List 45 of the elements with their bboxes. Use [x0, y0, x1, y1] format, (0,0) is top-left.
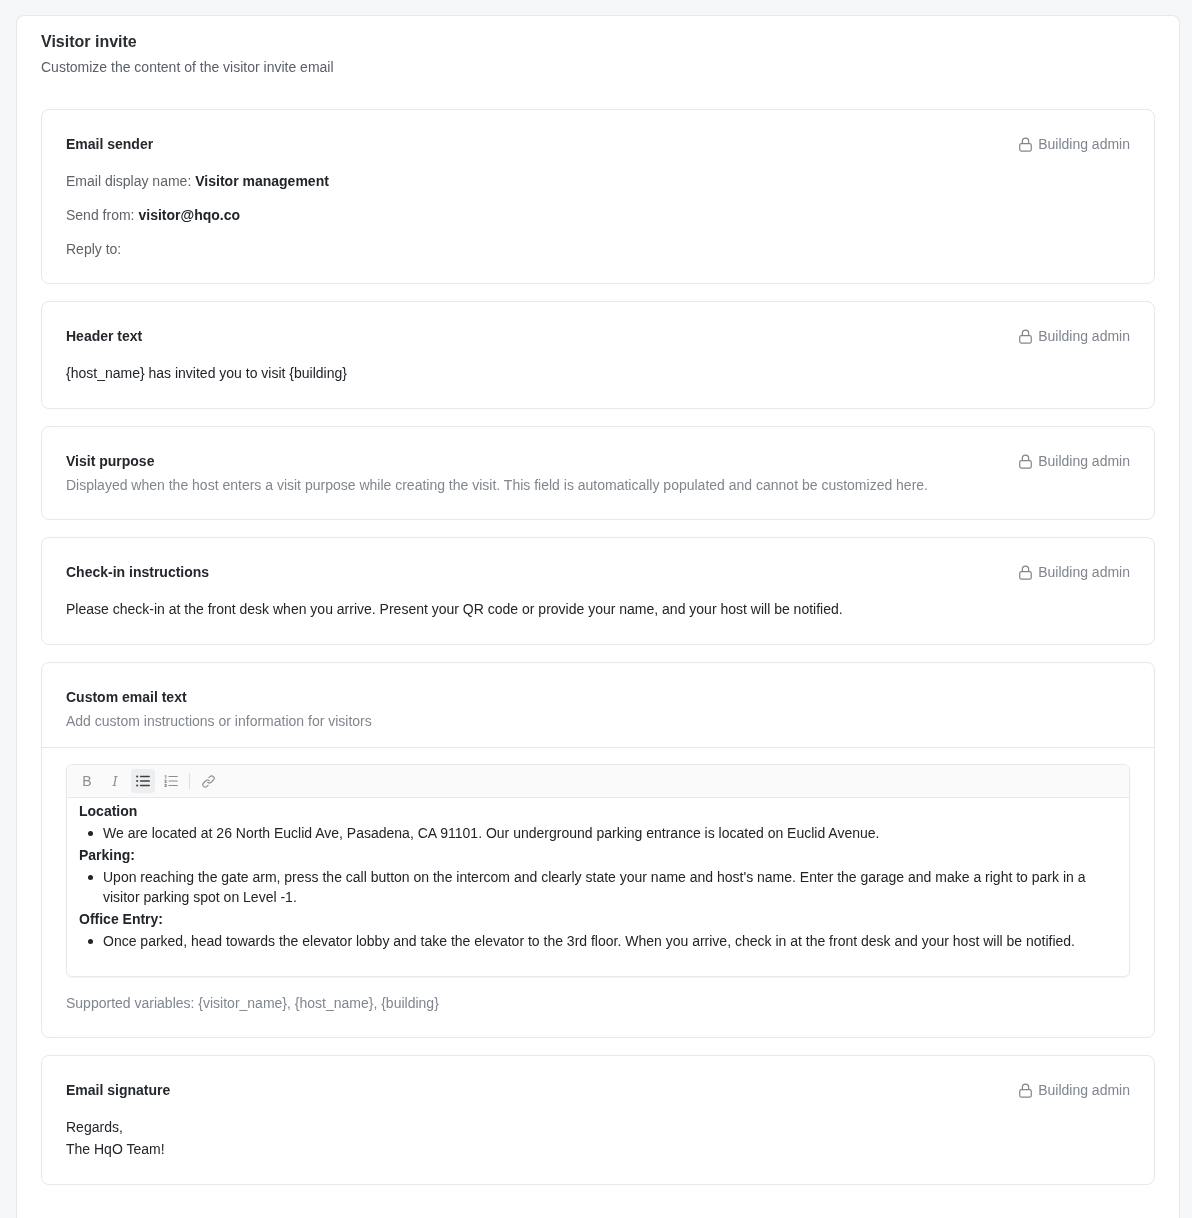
bullet-list-button[interactable]: [131, 769, 155, 793]
field-label: Reply to:: [66, 240, 122, 259]
lock-icon: [1019, 1082, 1033, 1098]
numbered-list-icon: [164, 775, 178, 787]
permission-label: Building admin: [1038, 563, 1130, 582]
field-label: Send from:: [66, 206, 135, 225]
list-item-text: We are located at 26 North Euclid Ave, Pasadena, CA 91101. Our underground parking entrance is located on Euclid Avenue.: [103, 824, 880, 843]
permission-label: Building admin: [1038, 452, 1130, 471]
lock-icon: [1019, 136, 1033, 152]
section-title: Custom email text: [66, 688, 187, 707]
list-item-text: Once parked, head towards the elevator lobby and take the elevator to the 3rd floor. When you arrive, check in at the front desk and your host will be notified.: [103, 932, 1075, 951]
field-value: visitor@hqo.co: [138, 206, 241, 225]
page-subtitle: Customize the content of the visitor invite email: [41, 58, 335, 77]
field-label: Email display name:: [66, 172, 192, 191]
section-title: Header text: [66, 327, 143, 346]
section-description: Displayed when the host enters a visit purpose while creating the visit. This field is automatically populated and cannot be customized here.: [66, 476, 929, 495]
bold-button[interactable]: B: [75, 769, 99, 793]
body-text: {host_name} has invited you to visit {building}: [66, 364, 348, 383]
section-description: Add custom instructions or information for visitors: [66, 712, 373, 731]
body-text: Please check-in at the front desk when you arrive. Present your QR code or provide your name, and your host will be notified.: [66, 600, 844, 619]
content-heading: Office Entry:: [79, 910, 164, 929]
bullet-list-icon: [136, 775, 150, 787]
section-title: Check-in instructions: [66, 563, 210, 582]
bullet-icon: [88, 875, 93, 880]
permission-label: Building admin: [1038, 327, 1130, 346]
permission-label: Building admin: [1038, 1081, 1130, 1100]
supported-variables-note: Supported variables: {visitor_name}, {host_name}, {building}: [66, 994, 440, 1013]
bullet-icon: [88, 831, 93, 836]
lock-icon: [1019, 453, 1033, 469]
body-text: Regards,: [66, 1118, 124, 1137]
section-title: Visit purpose: [66, 452, 155, 471]
list-item-text: Upon reaching the gate arm, press the call button on the intercom and clearly state your name and host's name. Enter the garage and make a right to park in a visitor parking spot on Level -1.: [103, 868, 1087, 907]
lock-icon: [1019, 564, 1033, 580]
body-text: The HqO Team!: [66, 1140, 166, 1159]
section-title: Email signature: [66, 1081, 171, 1100]
content-heading: Parking:: [79, 846, 136, 865]
bullet-icon: [88, 939, 93, 944]
page-title: Visitor invite: [41, 32, 138, 52]
permission-label: Building admin: [1038, 135, 1130, 154]
section-title: Email sender: [66, 135, 154, 154]
content-heading: Location: [79, 802, 139, 821]
italic-button[interactable]: I: [103, 769, 127, 793]
lock-icon: [1019, 328, 1033, 344]
link-icon: [201, 774, 215, 788]
field-value: Visitor management: [195, 172, 329, 191]
